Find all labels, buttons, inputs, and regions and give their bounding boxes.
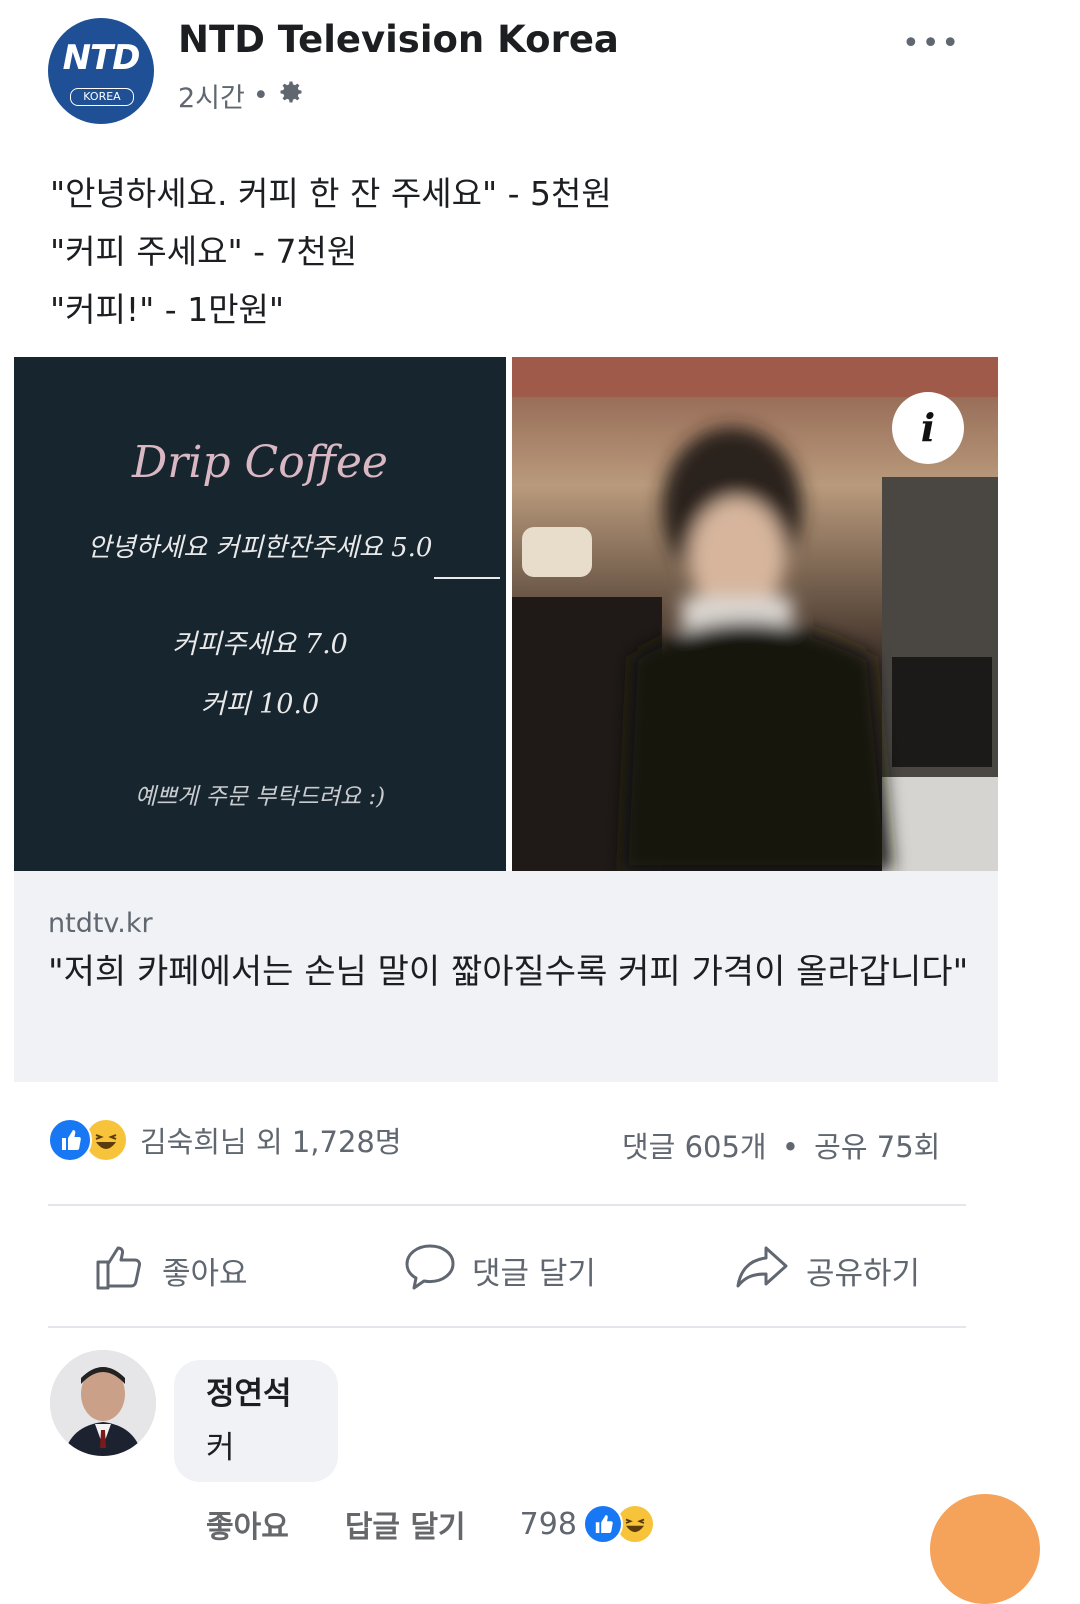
- commenter-avatar[interactable]: [50, 1350, 156, 1456]
- page-name[interactable]: NTD Television Korea: [178, 18, 619, 61]
- like-label: 좋아요: [162, 1255, 248, 1292]
- share-count[interactable]: 공유 75회: [814, 1130, 940, 1164]
- post-text-line: "안녕하세요. 커피 한 잔 주세요" - 5천원: [50, 174, 612, 213]
- link-domain: ntdtv.kr: [48, 908, 153, 939]
- divider: [48, 1204, 966, 1206]
- info-icon[interactable]: i: [892, 392, 964, 464]
- share-icon: [732, 1238, 792, 1302]
- post-time[interactable]: 2시간: [178, 76, 245, 115]
- post-text-line: "커피 주세요" - 7천원: [50, 232, 358, 271]
- reactions-summary-text: 김숙희님 외 1,728명: [140, 1125, 402, 1159]
- chalkboard-line: 커피주세요 7.0: [172, 629, 348, 660]
- share-button[interactable]: 공유하기: [732, 1238, 920, 1302]
- link-title[interactable]: "저희 카페에서는 손님 말이 짧아질수록 커피 가격이 올라갑니다": [48, 946, 978, 998]
- like-button[interactable]: 좋아요: [92, 1238, 248, 1302]
- comment-author[interactable]: 정연석: [206, 1368, 292, 1413]
- thumbs-up-icon: [92, 1238, 148, 1302]
- commenter-photo: [50, 1350, 156, 1456]
- ntd-logo-text: NTD: [62, 38, 141, 78]
- divider: [48, 1326, 966, 1328]
- chalkboard-image[interactable]: Drip Coffee 안녕하세요 커피한잔주세요 5.0 커피주세요 7.0 …: [14, 357, 506, 871]
- like-reaction-icon: [582, 1504, 623, 1544]
- comment-count[interactable]: 댓글 605개: [622, 1130, 767, 1164]
- floating-badge-icon[interactable]: [930, 1494, 1040, 1604]
- like-reaction-icon: [48, 1118, 92, 1162]
- engagement-counts[interactable]: 댓글 605개 • 공유 75회: [622, 1124, 940, 1166]
- chalk-underline: [434, 577, 500, 579]
- chalkboard-line: 커피 10.0: [200, 689, 320, 720]
- comment-reaction-count[interactable]: 798: [520, 1507, 577, 1542]
- comment-label: 댓글 달기: [472, 1255, 596, 1292]
- ntd-logo-subtext: KOREA: [70, 88, 134, 106]
- comment-actions: 좋아요 답글 달기 798: [206, 1502, 655, 1546]
- comment-text: 커: [206, 1430, 235, 1466]
- reactions-summary[interactable]: 김숙희님 외 1,728명: [48, 1118, 402, 1162]
- comment-icon: [402, 1238, 458, 1302]
- comment-button[interactable]: 댓글 달기: [402, 1238, 596, 1302]
- chalkboard-title: Drip Coffee: [132, 437, 388, 488]
- chalkboard-line: 안녕하세요 커피한잔주세요 5.0: [87, 533, 433, 563]
- counts-separator: •: [781, 1130, 799, 1164]
- comment-reply-link[interactable]: 답글 달기: [345, 1502, 466, 1546]
- post-text-line: "커피!" - 1만원": [50, 290, 285, 329]
- share-label: 공유하기: [806, 1255, 921, 1292]
- post-meta: 2시간 •: [178, 76, 305, 115]
- comment-like-link[interactable]: 좋아요: [206, 1502, 289, 1546]
- gear-icon: [277, 78, 305, 113]
- post-text: "안녕하세요. 커피 한 잔 주세요" - 5천원 "커피 주세요" - 7천원…: [50, 165, 612, 339]
- meta-dot: •: [252, 80, 269, 111]
- more-options-icon[interactable]: •••: [902, 26, 961, 61]
- page-avatar[interactable]: NTD KOREA: [48, 18, 154, 124]
- chalkboard-line: 예쁘게 주문 부탁드려요 :): [134, 784, 386, 810]
